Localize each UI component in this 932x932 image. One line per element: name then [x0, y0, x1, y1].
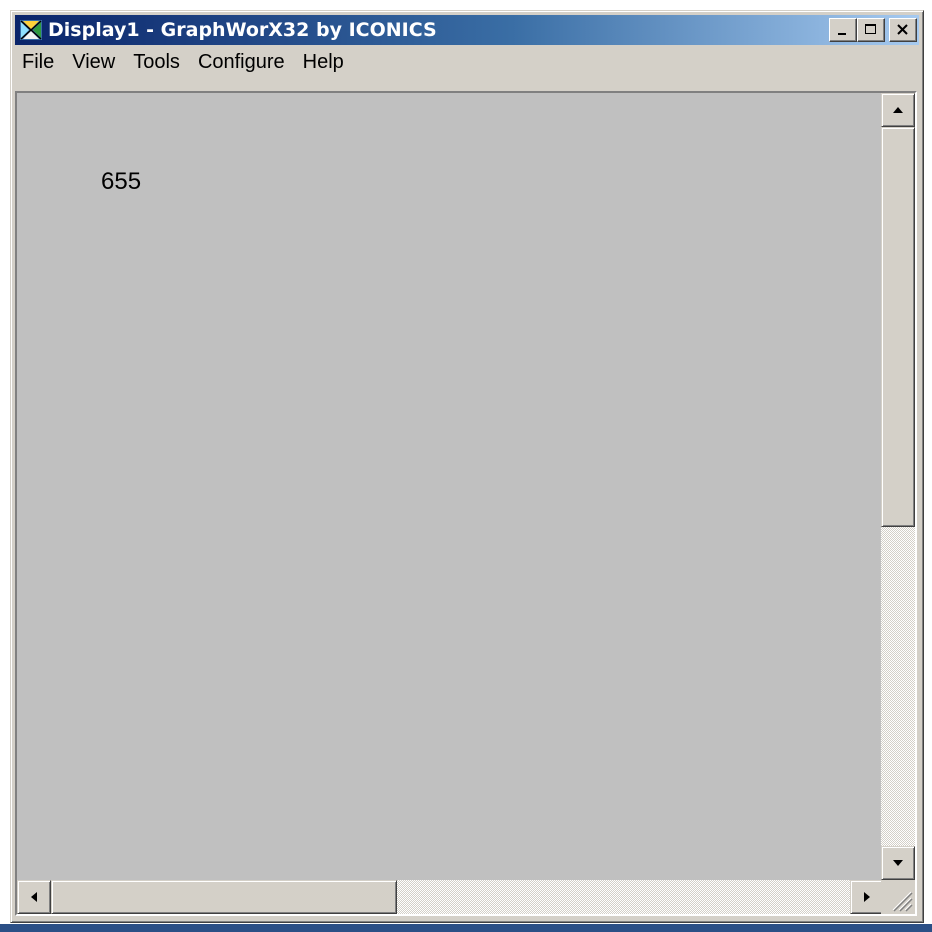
- scroll-down-button[interactable]: [881, 846, 915, 880]
- menu-tools[interactable]: Tools: [126, 51, 187, 74]
- size-grip[interactable]: [881, 880, 915, 914]
- display-client-area: 655: [15, 91, 917, 916]
- minimize-icon: [838, 33, 846, 35]
- resize-grip-icon: [892, 891, 913, 912]
- arrow-down-icon: [893, 860, 903, 866]
- process-value-text[interactable]: 655: [101, 168, 141, 196]
- horizontal-scrollbar[interactable]: [17, 880, 884, 914]
- arrow-right-icon: [864, 892, 870, 902]
- arrow-left-icon: [31, 892, 37, 902]
- vertical-scroll-thumb[interactable]: [881, 127, 915, 527]
- close-icon: [897, 24, 908, 35]
- menu-bar: File View Tools Configure Help: [15, 47, 919, 77]
- taskbar-edge: [0, 924, 932, 932]
- title-bar[interactable]: Display1 - GraphWorX32 by ICONICS: [15, 15, 919, 45]
- menu-view[interactable]: View: [65, 51, 122, 74]
- arrow-up-icon: [893, 107, 903, 113]
- display-canvas[interactable]: 655: [17, 93, 884, 880]
- window-title: Display1 - GraphWorX32 by ICONICS: [48, 19, 437, 41]
- app-window: Display1 - GraphWorX32 by ICONICS File V…: [10, 10, 924, 923]
- scroll-up-button[interactable]: [881, 93, 915, 127]
- maximize-button[interactable]: [857, 18, 885, 42]
- horizontal-scroll-thumb[interactable]: [51, 880, 397, 914]
- menu-file[interactable]: File: [15, 51, 61, 74]
- graphworx-app-icon[interactable]: [18, 18, 44, 42]
- scroll-left-button[interactable]: [17, 880, 51, 914]
- caption-buttons: [829, 18, 917, 42]
- maximize-icon: [865, 24, 876, 34]
- close-button[interactable]: [889, 18, 917, 42]
- vertical-scrollbar[interactable]: [881, 93, 915, 880]
- minimize-button[interactable]: [829, 18, 857, 42]
- menu-help[interactable]: Help: [296, 51, 351, 74]
- menu-configure[interactable]: Configure: [191, 51, 292, 74]
- scroll-right-button[interactable]: [850, 880, 884, 914]
